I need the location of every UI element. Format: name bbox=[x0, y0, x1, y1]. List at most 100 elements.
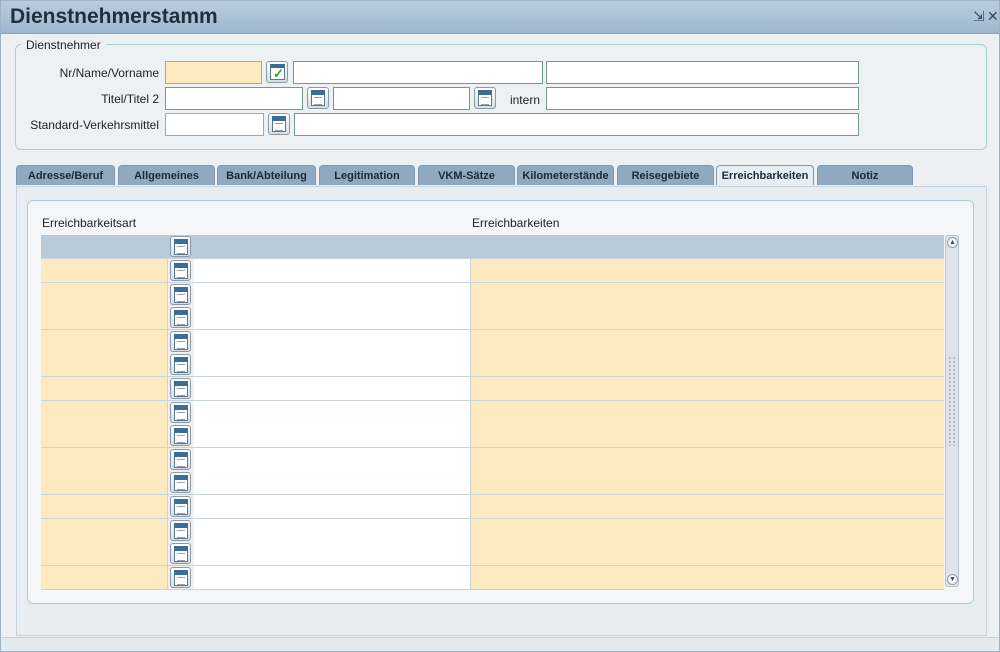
art-lookup-button[interactable] bbox=[170, 354, 191, 376]
art-cell[interactable] bbox=[41, 542, 168, 566]
art-text-cell[interactable] bbox=[194, 565, 471, 589]
tab-legitimation[interactable]: Legitimation bbox=[319, 165, 415, 185]
erreichbarkeit-cell[interactable] bbox=[471, 306, 944, 330]
art-cell[interactable] bbox=[41, 424, 168, 448]
art-lookup-button[interactable] bbox=[170, 566, 191, 588]
check-icon: ✓ bbox=[270, 64, 285, 81]
art-text-cell[interactable] bbox=[194, 400, 471, 424]
art-lookup-button[interactable] bbox=[170, 472, 191, 494]
verkehrsmittel-code-input[interactable] bbox=[165, 113, 264, 136]
confirm-button[interactable]: ✓ bbox=[266, 61, 288, 83]
erreichbarkeit-cell[interactable] bbox=[471, 377, 944, 400]
art-lookup-button[interactable] bbox=[170, 519, 191, 541]
dienstnehmer-legend: Dienstnehmer bbox=[21, 38, 106, 52]
titel2-lookup-button[interactable] bbox=[474, 87, 496, 109]
tab-erreichbarkeiten[interactable]: Erreichbarkeiten bbox=[716, 165, 814, 185]
art-text-cell[interactable] bbox=[194, 329, 471, 353]
nr-name-label: Nr/Name/Vorname bbox=[59, 66, 159, 80]
verkehrsmittel-lookup-button[interactable] bbox=[268, 113, 290, 135]
art-lookup-button[interactable] bbox=[170, 401, 191, 423]
art-cell[interactable] bbox=[41, 565, 168, 589]
calendar-list-icon bbox=[174, 569, 188, 586]
art-lookup-button[interactable] bbox=[170, 378, 191, 399]
art-lookup-button[interactable] bbox=[170, 260, 191, 281]
table-row bbox=[41, 495, 944, 519]
art-lookup-button[interactable] bbox=[170, 330, 191, 352]
close-icon[interactable]: ✕ bbox=[987, 8, 999, 25]
art-text-cell[interactable] bbox=[194, 542, 471, 566]
erreichbarkeit-cell[interactable] bbox=[471, 282, 944, 306]
tab-allgemeines[interactable]: Allgemeines bbox=[118, 165, 215, 185]
tab-notiz[interactable]: Notiz bbox=[817, 165, 913, 185]
restore-icon[interactable]: ⇲ bbox=[973, 8, 985, 25]
erreichbarkeit-cell[interactable] bbox=[471, 353, 944, 377]
scroll-up-icon[interactable]: ▲ bbox=[947, 237, 958, 248]
calendar-list-icon bbox=[272, 116, 286, 132]
erreichbarkeit-cell[interactable] bbox=[471, 565, 944, 589]
art-cell[interactable] bbox=[41, 495, 168, 518]
art-lookup-button[interactable] bbox=[170, 496, 191, 517]
art-lookup-button[interactable] bbox=[170, 425, 191, 447]
table-row bbox=[41, 282, 944, 307]
grid-header-row bbox=[41, 235, 944, 259]
art-cell[interactable] bbox=[41, 447, 168, 471]
art-text-cell[interactable] bbox=[194, 259, 471, 282]
art-text-cell[interactable] bbox=[194, 282, 471, 306]
art-lookup-button[interactable] bbox=[170, 448, 191, 470]
art-text-cell[interactable] bbox=[194, 518, 471, 542]
erreichbarkeit-cell[interactable] bbox=[471, 495, 944, 518]
window-title: Dienstnehmerstamm bbox=[10, 5, 218, 28]
tab-bank-abteilung[interactable]: Bank/Abteilung bbox=[217, 165, 316, 185]
erreichbarkeit-cell[interactable] bbox=[471, 518, 944, 542]
art-cell[interactable] bbox=[41, 377, 168, 400]
vertical-scrollbar[interactable]: ▲ ▼ bbox=[945, 235, 959, 587]
tab-adresse-beruf[interactable]: Adresse/Beruf bbox=[16, 165, 115, 185]
tab-vkm-saetze[interactable]: VKM-Sätze bbox=[418, 165, 515, 185]
header-lookup-button[interactable] bbox=[170, 236, 191, 257]
art-cell[interactable] bbox=[41, 329, 168, 353]
art-cell[interactable] bbox=[41, 259, 168, 282]
erreichbarkeit-cell[interactable] bbox=[471, 424, 944, 448]
erreichbarkeit-cell[interactable] bbox=[471, 471, 944, 495]
column-header-erreichbarkeiten: Erreichbarkeiten bbox=[472, 216, 560, 230]
art-cell[interactable] bbox=[41, 353, 168, 377]
scroll-down-icon[interactable]: ▼ bbox=[947, 574, 958, 585]
erreichbarkeit-cell[interactable] bbox=[471, 542, 944, 566]
table-row bbox=[41, 306, 944, 331]
art-text-cell[interactable] bbox=[194, 447, 471, 471]
name-input[interactable] bbox=[293, 61, 543, 84]
erreichbarkeit-cell[interactable] bbox=[471, 329, 944, 353]
intern-input[interactable] bbox=[546, 87, 859, 110]
erreichbarkeit-cell[interactable] bbox=[471, 400, 944, 424]
nr-input[interactable] bbox=[165, 61, 262, 84]
art-cell[interactable] bbox=[41, 518, 168, 542]
art-text-cell[interactable] bbox=[194, 471, 471, 495]
art-cell[interactable] bbox=[41, 306, 168, 330]
art-cell[interactable] bbox=[41, 471, 168, 495]
art-lookup-button[interactable] bbox=[170, 543, 191, 565]
table-row bbox=[41, 329, 944, 354]
art-text-cell[interactable] bbox=[194, 495, 471, 518]
vorname-input[interactable] bbox=[546, 61, 859, 84]
titel-label: Titel/Titel 2 bbox=[101, 92, 159, 106]
titel2-input[interactable] bbox=[333, 87, 470, 110]
tab-reisegebiete[interactable]: Reisegebiete bbox=[617, 165, 714, 185]
erreichbarkeit-cell[interactable] bbox=[471, 259, 944, 282]
tab-kilometerstaende[interactable]: Kilometerstände bbox=[517, 165, 614, 185]
titel-input[interactable] bbox=[165, 87, 303, 110]
scroll-grip[interactable] bbox=[948, 356, 956, 446]
art-lookup-button[interactable] bbox=[170, 283, 191, 305]
calendar-list-icon bbox=[174, 357, 188, 374]
verkehrsmittel-text-input[interactable] bbox=[294, 113, 859, 136]
titel-lookup-button[interactable] bbox=[307, 87, 329, 109]
art-lookup-button[interactable] bbox=[170, 307, 191, 329]
verkehrsmittel-label: Standard-Verkehrsmittel bbox=[30, 118, 159, 132]
art-text-cell[interactable] bbox=[194, 424, 471, 448]
art-cell[interactable] bbox=[41, 400, 168, 424]
art-cell[interactable] bbox=[41, 282, 168, 306]
art-text-cell[interactable] bbox=[194, 306, 471, 330]
erreichbarkeit-cell[interactable] bbox=[471, 447, 944, 471]
art-text-cell[interactable] bbox=[194, 353, 471, 377]
art-text-cell[interactable] bbox=[194, 377, 471, 400]
calendar-list-icon bbox=[174, 428, 188, 445]
